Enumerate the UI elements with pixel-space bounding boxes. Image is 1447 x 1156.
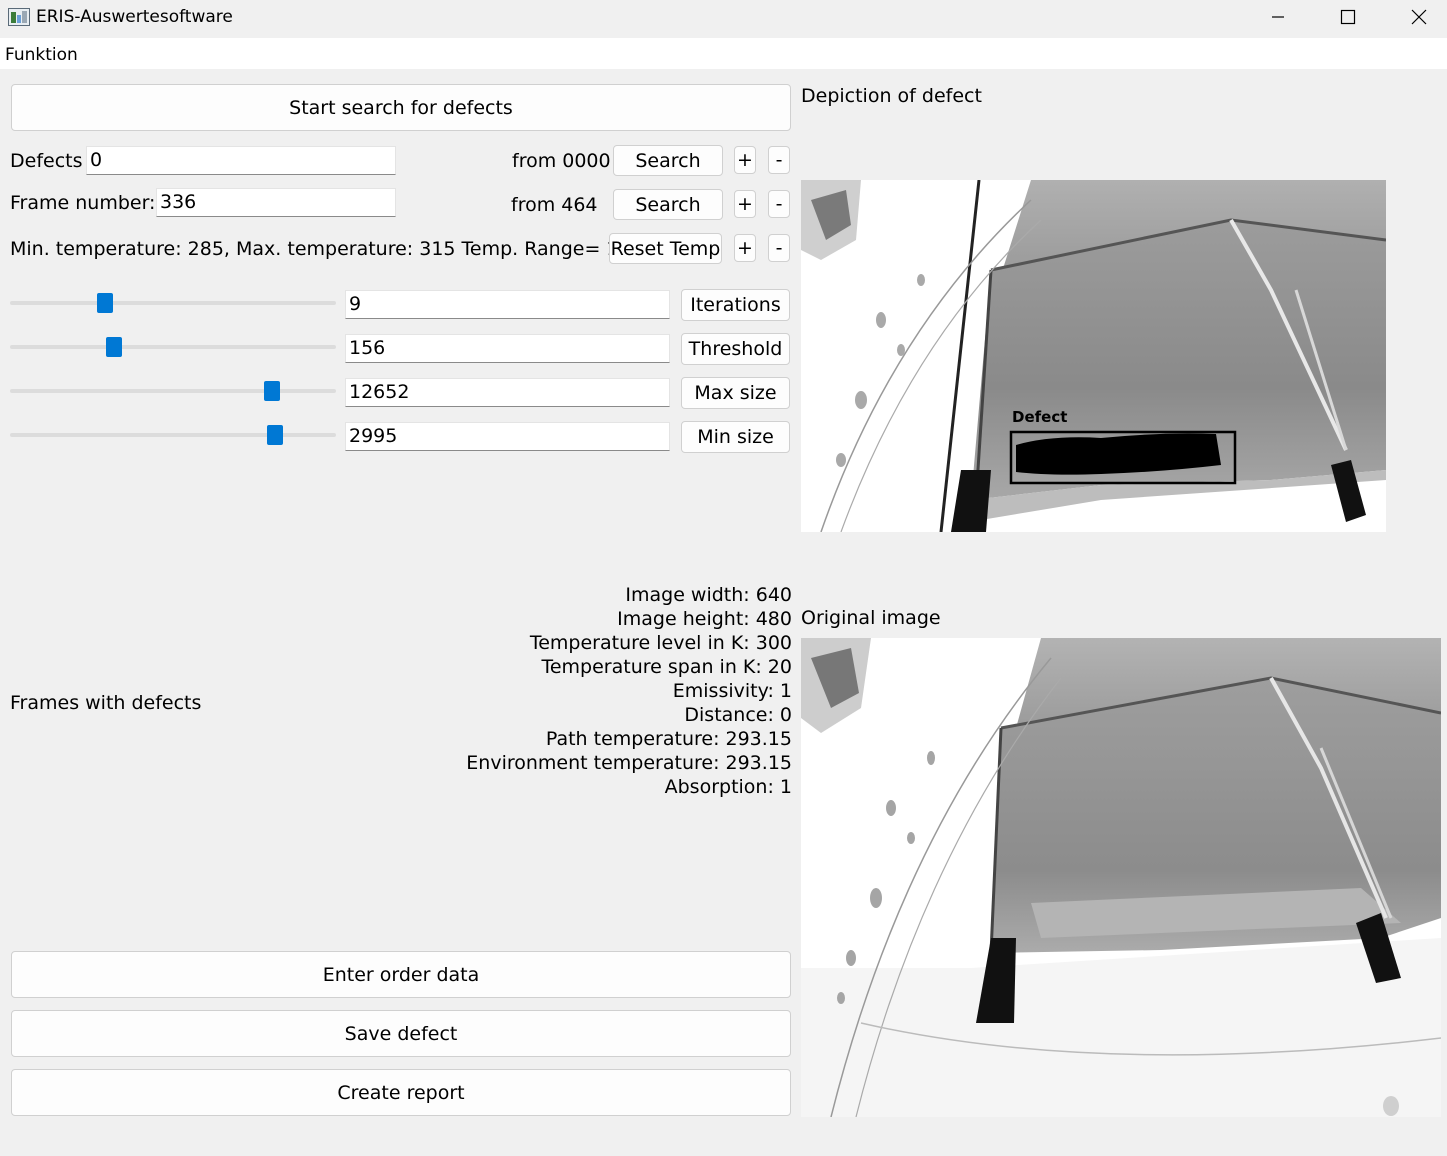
defects-from-label: from 0000 xyxy=(512,150,611,172)
image-height-info: Image height: 480 xyxy=(617,608,792,630)
iterations-field[interactable]: 9 xyxy=(345,290,670,319)
slider-handle[interactable] xyxy=(106,337,122,357)
temp-plus-button[interactable]: + xyxy=(734,234,756,262)
defect-box-label: Defect xyxy=(1012,408,1068,426)
frame-from-label: from 464 xyxy=(511,194,598,216)
create-report-button[interactable]: Create report xyxy=(11,1069,791,1116)
maximize-icon xyxy=(1340,9,1356,25)
min-size-slider[interactable] xyxy=(10,423,336,447)
frame-search-button[interactable]: Search xyxy=(613,189,723,220)
minimize-button[interactable] xyxy=(1243,0,1313,34)
slider-track xyxy=(10,301,336,305)
window-title: ERIS-Auswertesoftware xyxy=(36,7,233,27)
iterations-slider[interactable] xyxy=(10,291,336,315)
slider-track xyxy=(10,389,336,393)
original-thermal-image xyxy=(801,638,1441,1117)
threshold-field[interactable]: 156 xyxy=(345,334,670,363)
max-size-field[interactable]: 12652 xyxy=(345,378,670,407)
defect-depiction-image xyxy=(801,180,1386,532)
temp-level-info: Temperature level in K: 300 xyxy=(529,632,792,654)
emissivity-info: Emissivity: 1 xyxy=(672,680,792,702)
env-temp-info: Environment temperature: 293.15 xyxy=(466,752,792,774)
slider-handle[interactable] xyxy=(267,425,283,445)
defects-minus-button[interactable]: - xyxy=(768,146,790,174)
temp-span-info: Temperature span in K: 20 xyxy=(541,656,792,678)
absorption-info: Absorption: 1 xyxy=(664,776,792,798)
enter-order-data-button[interactable]: Enter order data xyxy=(11,951,791,998)
min-size-field[interactable]: 2995 xyxy=(345,422,670,451)
save-defect-button[interactable]: Save defect xyxy=(11,1010,791,1057)
slider-handle[interactable] xyxy=(264,381,280,401)
reset-temp-button[interactable]: Reset Temp xyxy=(609,233,722,264)
frames-with-defects-label: Frames with defects xyxy=(10,692,202,714)
maximize-button[interactable] xyxy=(1313,0,1383,34)
slider-track xyxy=(10,433,336,437)
path-temp-info: Path temperature: 293.15 xyxy=(545,728,792,750)
menu-bar xyxy=(0,38,1447,69)
defects-search-button[interactable]: Search xyxy=(613,145,723,176)
original-image-title: Original image xyxy=(801,607,941,629)
close-button[interactable] xyxy=(1384,0,1447,34)
frame-number-field[interactable]: 336 xyxy=(156,188,396,217)
menu-funktion[interactable]: Funktion xyxy=(5,44,78,66)
image-width-info: Image width: 640 xyxy=(625,584,792,606)
defects-label: Defects xyxy=(10,150,83,172)
min-size-button[interactable]: Min size xyxy=(681,421,790,453)
app-icon xyxy=(8,8,30,26)
threshold-slider[interactable] xyxy=(10,335,336,359)
close-icon xyxy=(1411,9,1427,25)
temp-minus-button[interactable]: - xyxy=(768,234,790,262)
slider-track xyxy=(10,345,336,349)
threshold-button[interactable]: Threshold xyxy=(681,333,790,365)
defects-field[interactable]: 0 xyxy=(86,146,396,175)
defects-plus-button[interactable]: + xyxy=(734,146,756,174)
depiction-title: Depiction of defect xyxy=(801,85,982,107)
temperature-info: Min. temperature: 285, Max. temperature:… xyxy=(10,238,631,260)
max-size-button[interactable]: Max size xyxy=(681,377,790,409)
frame-plus-button[interactable]: + xyxy=(734,190,756,218)
start-search-button[interactable]: Start search for defects xyxy=(11,84,791,131)
minimize-icon xyxy=(1272,16,1284,18)
iterations-button[interactable]: Iterations xyxy=(681,289,790,321)
frame-number-label: Frame number: xyxy=(10,192,156,214)
frame-minus-button[interactable]: - xyxy=(768,190,790,218)
distance-info: Distance: 0 xyxy=(684,704,792,726)
slider-handle[interactable] xyxy=(97,293,113,313)
max-size-slider[interactable] xyxy=(10,379,336,403)
